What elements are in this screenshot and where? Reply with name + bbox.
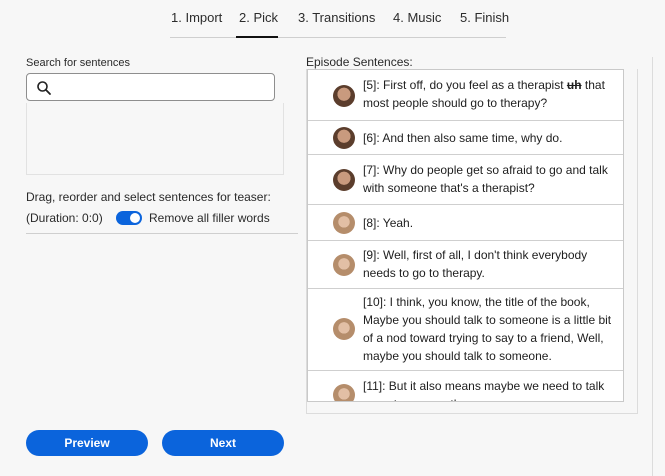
- speaker-avatar: [333, 384, 355, 401]
- sentence-item[interactable]: [8]: Yeah.: [308, 205, 623, 241]
- step-import[interactable]: 1. Import: [171, 10, 222, 25]
- sentence-item[interactable]: [5]: First off, do you feel as a therapi…: [308, 70, 623, 121]
- search-results: [26, 103, 284, 175]
- sentence-text: [8]: Yeah.: [363, 216, 414, 230]
- next-button[interactable]: Next: [162, 430, 284, 456]
- sentence-item[interactable]: [6]: And then also same time, why do.: [308, 121, 623, 155]
- teaser-instructions: Drag, reorder and select sentences for t…: [26, 190, 271, 204]
- teaser-duration: (Duration: 0:0): [26, 211, 103, 225]
- speaker-avatar: [333, 254, 355, 276]
- toggle-knob: [130, 213, 140, 223]
- filler-word: uh: [566, 78, 582, 92]
- step-nav: 1. Import 2. Pick 3. Transitions 4. Musi…: [0, 0, 665, 40]
- step-finish[interactable]: 5. Finish: [460, 10, 509, 25]
- speaker-avatar: [333, 127, 355, 149]
- preview-button[interactable]: Preview: [26, 430, 148, 456]
- sentence-text: [11]: But it also means maybe we need to…: [363, 379, 605, 401]
- episode-sentences-label: Episode Sentences:: [306, 55, 413, 69]
- speaker-avatar: [333, 212, 355, 234]
- sentence-item[interactable]: [10]: I think, you know, the title of th…: [308, 289, 623, 371]
- sentence-item[interactable]: [7]: Why do people get so afraid to go a…: [308, 155, 623, 205]
- sentence-text: [7]: Why do people get so afraid to go a…: [363, 163, 608, 195]
- search-label: Search for sentences: [26, 57, 130, 69]
- step-music[interactable]: 4. Music: [393, 10, 441, 25]
- sentence-text: [5]: First off, do you feel as a therapi…: [363, 78, 605, 110]
- episode-panel: [5]: First off, do you feel as a therapi…: [306, 69, 638, 414]
- panel-edge: [652, 57, 653, 476]
- search-box[interactable]: [26, 73, 275, 101]
- sentence-item[interactable]: [11]: But it also means maybe we need to…: [308, 371, 623, 401]
- search-icon: [37, 81, 51, 95]
- teaser-divider: [26, 233, 298, 234]
- speaker-avatar: [333, 85, 355, 107]
- steps-divider: [170, 37, 506, 38]
- step-pick[interactable]: 2. Pick: [239, 10, 278, 25]
- remove-filler-toggle[interactable]: [116, 211, 142, 225]
- search-input[interactable]: [57, 77, 271, 97]
- sentence-text: [6]: And then also same time, why do.: [363, 131, 563, 145]
- sentence-text: [9]: Well, first of all, I don't think e…: [363, 248, 588, 280]
- sentence-text: [10]: I think, you know, the title of th…: [363, 295, 612, 363]
- step-transitions[interactable]: 3. Transitions: [298, 10, 375, 25]
- speaker-avatar: [333, 318, 355, 340]
- remove-filler-label: Remove all filler words: [149, 211, 270, 225]
- speaker-avatar: [333, 169, 355, 191]
- sentence-list[interactable]: [5]: First off, do you feel as a therapi…: [307, 69, 624, 402]
- sentence-item[interactable]: [9]: Well, first of all, I don't think e…: [308, 241, 623, 289]
- active-step-indicator: [236, 36, 278, 38]
